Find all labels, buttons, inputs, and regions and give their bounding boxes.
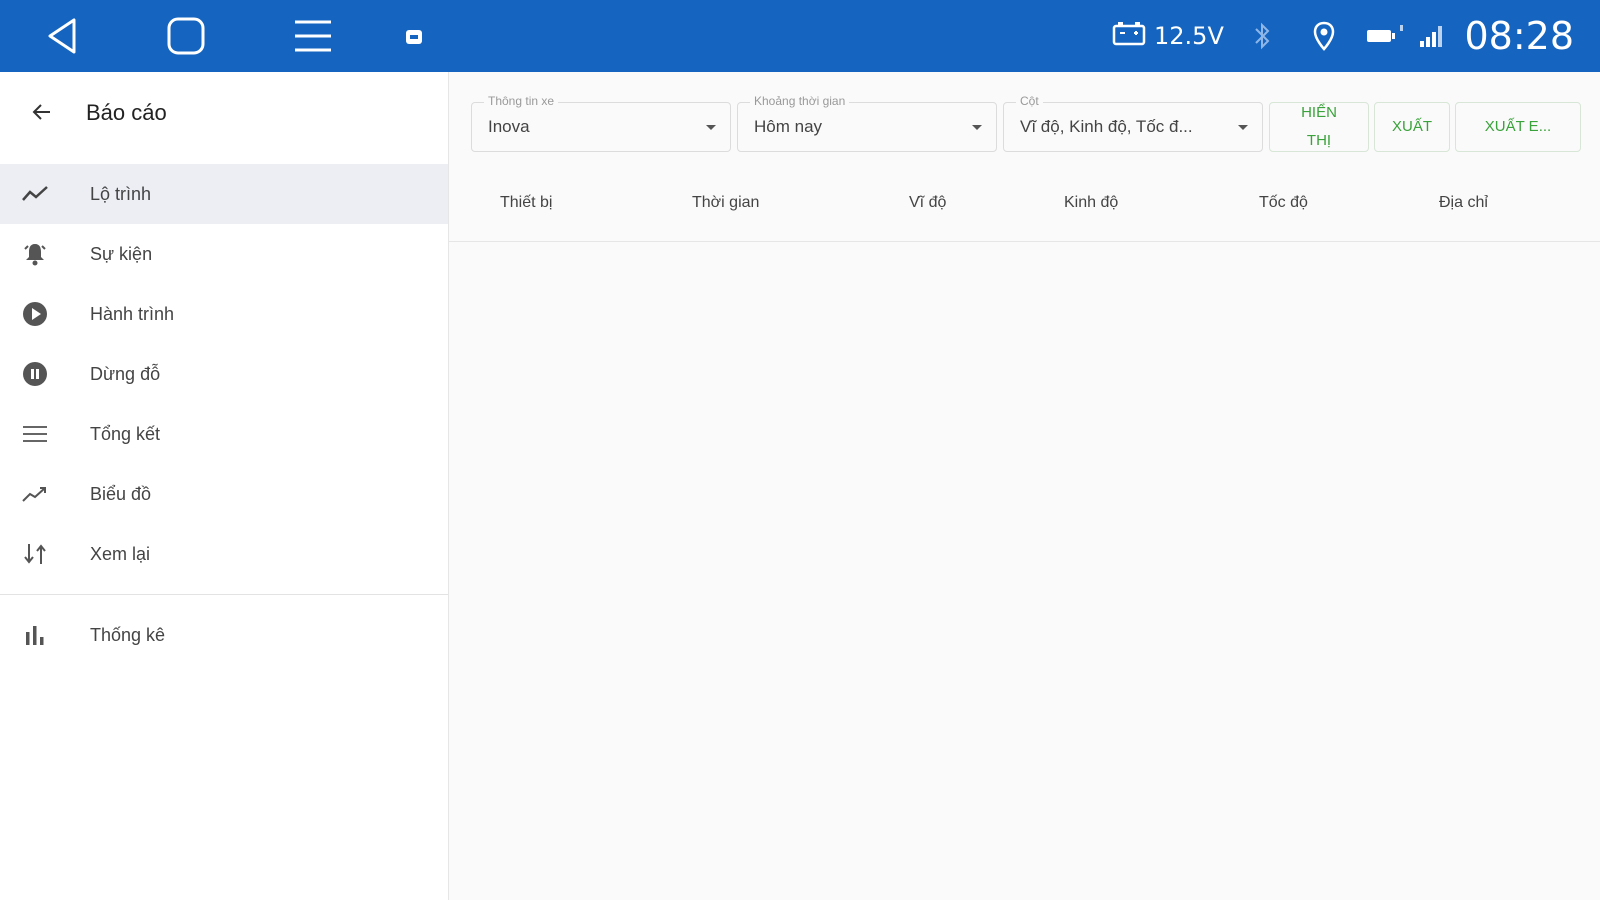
columns-select-label: Cột — [1016, 94, 1043, 108]
status-bar: 12.5V 08:28 — [0, 0, 1600, 72]
sidebar-item-xem-lai[interactable]: Xem lại — [0, 524, 448, 584]
sidebar-header: Báo cáo — [0, 72, 448, 156]
sidebar-item-thong-ke[interactable]: Thống kê — [0, 605, 448, 665]
sidebar: Báo cáo Lộ trình Sự kiện Hành trình Dừng… — [0, 72, 449, 900]
sidebar-item-label: Sự kiện — [90, 244, 153, 264]
column-header: Thiết bị — [500, 194, 553, 211]
sidebar-item-su-kien[interactable]: Sự kiện — [0, 224, 448, 284]
show-button-label: HIỂN THỊ — [1301, 104, 1337, 149]
column-header: Địa chỉ — [1439, 194, 1488, 211]
column-header: Kinh độ — [1064, 194, 1119, 211]
sidebar-item-label: Lộ trình — [90, 184, 152, 204]
sidebar-item-label: Biểu đồ — [90, 484, 152, 504]
column-header: Thời gian — [692, 194, 760, 211]
app-icon[interactable] — [386, 12, 442, 60]
columns-select[interactable]: Cột Vĩ độ, Kinh độ, Tốc đ... — [1003, 94, 1263, 152]
replay-icon — [20, 540, 50, 568]
table-header-divider — [449, 241, 1600, 242]
vehicle-select[interactable]: Thông tin xe Inova — [471, 94, 731, 152]
sidebar-item-dung-do[interactable]: Dừng đỗ — [0, 344, 448, 404]
export-button[interactable]: XUẤT — [1374, 102, 1450, 152]
bluetooth-icon — [1252, 0, 1272, 72]
period-select-value: Hôm nay — [754, 117, 823, 136]
chevron-down-icon — [706, 125, 716, 130]
export-excel-button[interactable]: XUẤT E... — [1455, 102, 1581, 152]
pause-circle-icon — [20, 360, 50, 388]
vehicle-select-label: Thông tin xe — [484, 94, 559, 108]
list-icon — [20, 420, 50, 448]
network-icon — [1366, 0, 1396, 72]
filter-bar: Thông tin xe Inova Khoảng thời gian Hôm … — [449, 72, 1600, 162]
route-icon — [20, 180, 50, 208]
sidebar-item-bieu-do[interactable]: Biểu đồ — [0, 464, 448, 524]
voltage-text: 12.5V — [1154, 22, 1224, 50]
show-button[interactable]: HIỂN THỊ — [1269, 102, 1369, 152]
back-triangle-icon[interactable] — [36, 12, 92, 60]
play-circle-icon — [20, 300, 50, 328]
sidebar-item-label: Tổng kết — [90, 424, 161, 444]
sidebar-item-label: Dừng đỗ — [90, 364, 161, 384]
period-select[interactable]: Khoảng thời gian Hôm nay — [737, 94, 997, 152]
clock: 08:28 — [1464, 14, 1574, 58]
signal-icon — [1398, 0, 1448, 72]
home-square-icon[interactable] — [158, 12, 214, 60]
sidebar-item-hanh-trinh[interactable]: Hành trình — [0, 284, 448, 344]
chevron-down-icon — [1238, 125, 1248, 130]
sidebar-item-label: Thống kê — [90, 625, 166, 645]
trend-icon — [20, 480, 50, 508]
vehicle-select-value: Inova — [488, 117, 530, 136]
battery-voltage: 12.5V — [1112, 0, 1224, 72]
bar-chart-icon — [20, 621, 50, 649]
period-select-label: Khoảng thời gian — [750, 94, 850, 108]
sidebar-item-label: Hành trình — [90, 304, 175, 324]
sidebar-item-tong-ket[interactable]: Tổng kết — [0, 404, 448, 464]
column-header: Tốc độ — [1259, 194, 1308, 211]
location-pin-icon — [1312, 0, 1336, 72]
bell-icon — [20, 240, 50, 268]
columns-select-value: Vĩ độ, Kinh độ, Tốc đ... — [1020, 117, 1193, 136]
chevron-down-icon — [972, 125, 982, 130]
car-battery-icon — [1112, 21, 1146, 52]
back-arrow-icon[interactable] — [22, 92, 62, 132]
sidebar-item-label: Xem lại — [90, 544, 151, 564]
column-header: Vĩ độ — [909, 194, 947, 211]
menu-icon[interactable] — [285, 12, 341, 60]
report-main: Thông tin xe Inova Khoảng thời gian Hôm … — [449, 72, 1600, 900]
sidebar-divider — [0, 594, 448, 595]
sidebar-title: Báo cáo — [86, 100, 167, 125]
sidebar-item-lo-trinh[interactable]: Lộ trình — [0, 164, 448, 224]
